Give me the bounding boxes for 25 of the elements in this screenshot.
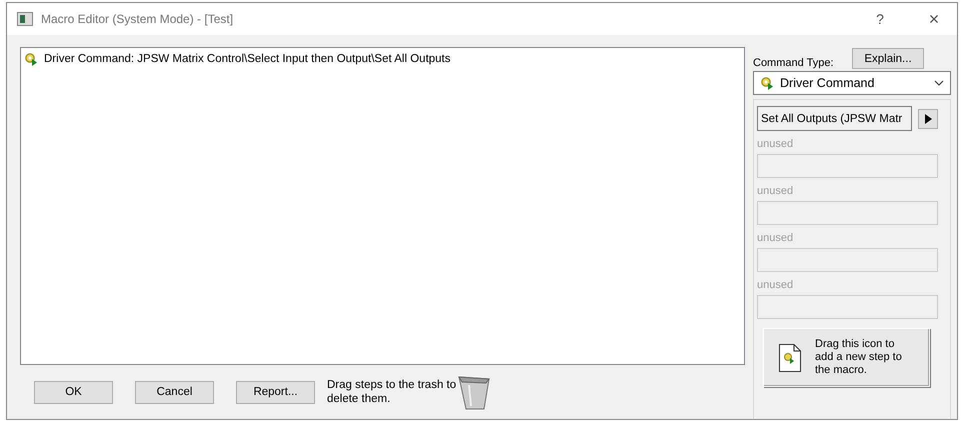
command-icon xyxy=(760,76,774,90)
explain-button[interactable]: Explain... xyxy=(852,48,924,69)
play-icon xyxy=(924,114,932,124)
step-item[interactable]: Driver Command: JPSW Matrix Control\Select Input then Output\Set All Outputs xyxy=(23,51,742,67)
help-button[interactable]: ? xyxy=(857,3,903,35)
parameter-label: unused xyxy=(757,279,794,291)
window-title: Macro Editor (System Mode) - [Test] xyxy=(41,12,234,26)
command-icon xyxy=(24,52,38,66)
dialog-button[interactable]: OK xyxy=(34,380,113,404)
steps-list[interactable]: Driver Command: JPSW Matrix Control\Select Input then Output\Set All Outputs xyxy=(20,47,745,365)
play-button[interactable] xyxy=(918,108,938,128)
dialog-button[interactable]: Cancel xyxy=(135,380,214,404)
app-icon xyxy=(17,12,33,26)
command-file-icon[interactable] xyxy=(779,344,801,372)
command-type-label: Command Type: xyxy=(753,57,834,69)
parameter-label: unused xyxy=(757,138,794,150)
chevron-down-icon xyxy=(934,80,944,86)
dialog-button[interactable]: Report... xyxy=(236,380,315,404)
command-button[interactable]: Set All Outputs (JPSW Matr xyxy=(757,106,912,131)
parameter-label: unused xyxy=(757,232,794,244)
close-button[interactable]: × xyxy=(911,3,957,35)
trash-hint: Drag steps to the trash to delete them. xyxy=(327,378,457,406)
new-step-button[interactable]: Drag this icon to add a new step to the macro. xyxy=(763,328,930,387)
command-type-dropdown[interactable]: Driver Command xyxy=(753,71,951,95)
parameter-label: unused xyxy=(757,185,794,197)
